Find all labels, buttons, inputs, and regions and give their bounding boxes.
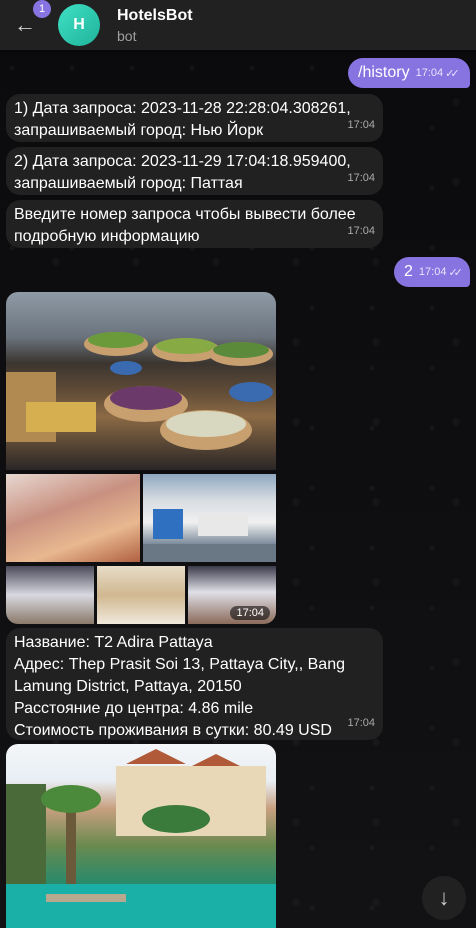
hotel-photo-suite[interactable]: 17:04 (188, 566, 276, 624)
avatar[interactable]: H (58, 4, 100, 46)
lobby-image (143, 509, 276, 562)
incoming-message[interactable]: 1) Дата запроса: 2023-11-28 22:28:04.308… (6, 94, 383, 142)
avatar-letter: H (73, 16, 85, 33)
hotel-photo-lobby[interactable] (143, 474, 276, 562)
double-check-icon: ✓✓ (448, 266, 463, 279)
double-check-icon: ✓✓ (445, 67, 460, 80)
message-text: /history (358, 64, 410, 81)
unread-badge: 1 (33, 0, 51, 18)
hotel-photo-room[interactable] (97, 566, 185, 624)
chat-subtitle: bot (117, 27, 137, 44)
hotel-address-cont: Lamung District, Pattaya, 20150 (14, 678, 242, 695)
hotel-distance: Расстояние до центра: 4.86 mile (14, 700, 254, 717)
photo-album[interactable]: 17:04 (6, 292, 276, 624)
pool-image (6, 749, 276, 928)
arrow-down-icon: ↓ (438, 885, 450, 910)
chat-header: ← 1 H HotelsBot bot (0, 0, 476, 50)
message-line: 1) Дата запроса: 2023-11-28 22:28:04.308… (14, 100, 351, 117)
incoming-message[interactable]: Введите номер запроса чтобы вывести боле… (6, 200, 383, 248)
message-line: 2) Дата запроса: 2023-11-29 17:04:18.959… (14, 153, 351, 170)
chat-title: HotelsBot (117, 6, 193, 24)
buffet-image (6, 332, 273, 450)
incoming-message[interactable]: 2) Дата запроса: 2023-11-29 17:04:18.959… (6, 147, 383, 195)
hotel-photo-buffet[interactable] (6, 292, 276, 470)
outgoing-message[interactable]: /history 17:04 ✓✓ (348, 58, 470, 88)
message-time: 17:04 (347, 172, 375, 184)
hotel-photo-food[interactable] (6, 474, 140, 562)
message-line: запрашиваемый город: Паттая (14, 175, 243, 192)
hotel-address: Адрес: Thep Prasit Soi 13, Pattaya City,… (14, 656, 345, 673)
message-time: 17:04 (347, 119, 375, 131)
message-time: 17:04 ✓✓ (418, 266, 463, 279)
incoming-message[interactable]: Название: T2 Adira Pattaya Адрес: Thep P… (6, 628, 383, 740)
arrow-left-icon: ← (14, 12, 36, 37)
hotel-price: Стоимость проживания в сутки: 80.49 USD (14, 722, 332, 739)
back-button[interactable]: ← 1 (0, 0, 51, 50)
outgoing-message[interactable]: 2 17:04 ✓✓ (394, 257, 470, 287)
message-text: 2 (404, 263, 413, 280)
message-time: 17:04 (230, 606, 270, 620)
message-line: Введите номер запроса чтобы вывести боле… (14, 206, 356, 223)
message-time: 17:04 ✓✓ (415, 67, 460, 80)
message-time: 17:04 (347, 717, 375, 729)
hotel-photo-pool[interactable] (6, 744, 276, 928)
message-line: подробную информацию (14, 228, 200, 245)
hotel-photo-bedroom[interactable] (6, 566, 94, 624)
hotel-name: Название: T2 Adira Pattaya (14, 634, 213, 651)
message-time: 17:04 (347, 225, 375, 237)
message-line: запрашиваемый город: Нью Йорк (14, 122, 264, 139)
scroll-down-button[interactable]: ↓ (422, 876, 466, 920)
chat-title-block[interactable]: HotelsBot bot (117, 7, 193, 44)
